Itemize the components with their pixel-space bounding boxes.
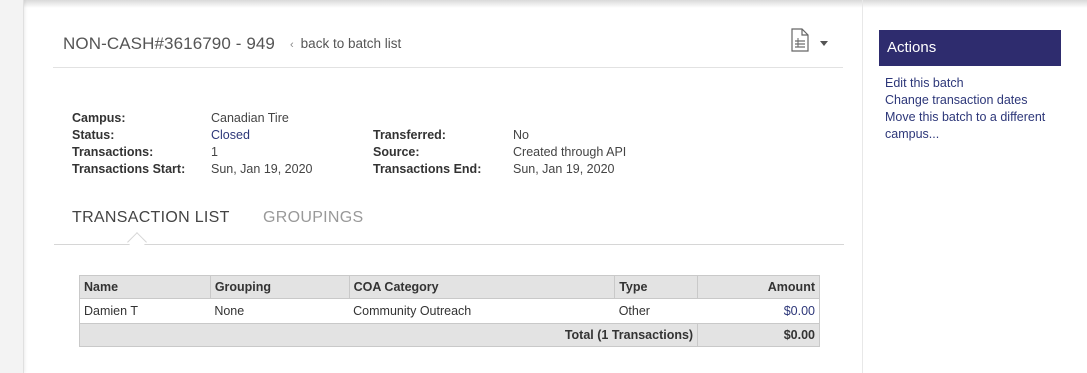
status-value: Closed: [211, 128, 250, 142]
back-link-label: back to batch list: [300, 36, 402, 51]
source-label: Source:: [373, 145, 420, 159]
table-row[interactable]: Damien T None Community Outreach Other $…: [80, 299, 820, 324]
campus-value: Canadian Tire: [211, 111, 289, 125]
column-header-name[interactable]: Name: [79, 275, 211, 299]
cell-amount-link[interactable]: $0.00: [698, 299, 820, 324]
active-tab-indicator: [127, 232, 147, 252]
total-amount: $0.00: [697, 323, 820, 347]
chevron-left-icon: ‹: [290, 39, 294, 51]
transactions-start-label: Transactions Start:: [72, 162, 186, 176]
actions-title: Actions: [879, 30, 1061, 66]
transferred-value: No: [513, 128, 529, 142]
column-header-type[interactable]: Type: [614, 275, 699, 299]
tab-groupings[interactable]: GROUPINGS: [263, 209, 364, 227]
transactions-value: 1: [211, 145, 218, 159]
document-icon[interactable]: [790, 28, 810, 57]
column-header-coa-category[interactable]: COA Category: [348, 275, 616, 299]
source-value: Created through API: [513, 145, 627, 159]
table-total-row: Total (1 Transactions) $0.00: [79, 323, 820, 347]
transactions-start-value: Sun, Jan 19, 2020: [211, 162, 313, 176]
batch-title: NON-CASH#3616790 - 949: [63, 34, 275, 53]
transactions-label: Transactions:: [72, 145, 154, 159]
transactions-end-value: Sun, Jan 19, 2020: [513, 162, 615, 176]
cell-coa-category: Community Outreach: [353, 304, 472, 318]
batch-header: NON-CASH#3616790 - 949 ‹ back to batch li…: [53, 28, 843, 68]
cell-grouping: None: [214, 304, 245, 318]
left-gutter: [0, 0, 24, 373]
total-label: Total (1 Transactions): [79, 323, 698, 347]
main-content: NON-CASH#3616790 - 949 ‹ back to batch li…: [24, 0, 862, 373]
move-batch-campus-link[interactable]: Move this batch to a different campus...: [885, 109, 1061, 143]
cell-name: Damien T: [84, 304, 138, 318]
column-header-grouping[interactable]: Grouping: [209, 275, 350, 299]
edit-batch-link[interactable]: Edit this batch: [885, 75, 1061, 92]
column-header-amount[interactable]: Amount: [697, 275, 820, 299]
status-label: Status:: [72, 128, 115, 142]
sidebar-divider: [862, 0, 863, 373]
actions-panel: Actions Edit this batch Change transacti…: [879, 30, 1061, 143]
caret-down-icon[interactable]: [819, 35, 829, 53]
back-to-batch-list-link[interactable]: ‹ back to batch list: [290, 36, 401, 51]
table-header-row: Name Grouping COA Category Type Amount: [79, 275, 820, 299]
transferred-label: Transferred:: [373, 128, 446, 142]
transactions-table: Name Grouping COA Category Type Amount D…: [79, 275, 820, 347]
change-transaction-dates-link[interactable]: Change transaction dates: [885, 92, 1061, 109]
transactions-end-label: Transactions End:: [373, 162, 482, 176]
actions-list: Edit this batch Change transaction dates…: [879, 75, 1061, 143]
cell-type: Other: [618, 304, 650, 318]
tab-bar: TRANSACTION LIST GROUPINGS: [54, 203, 844, 252]
tab-transaction-list[interactable]: TRANSACTION LIST: [72, 209, 230, 227]
campus-label: Campus:: [72, 111, 126, 125]
